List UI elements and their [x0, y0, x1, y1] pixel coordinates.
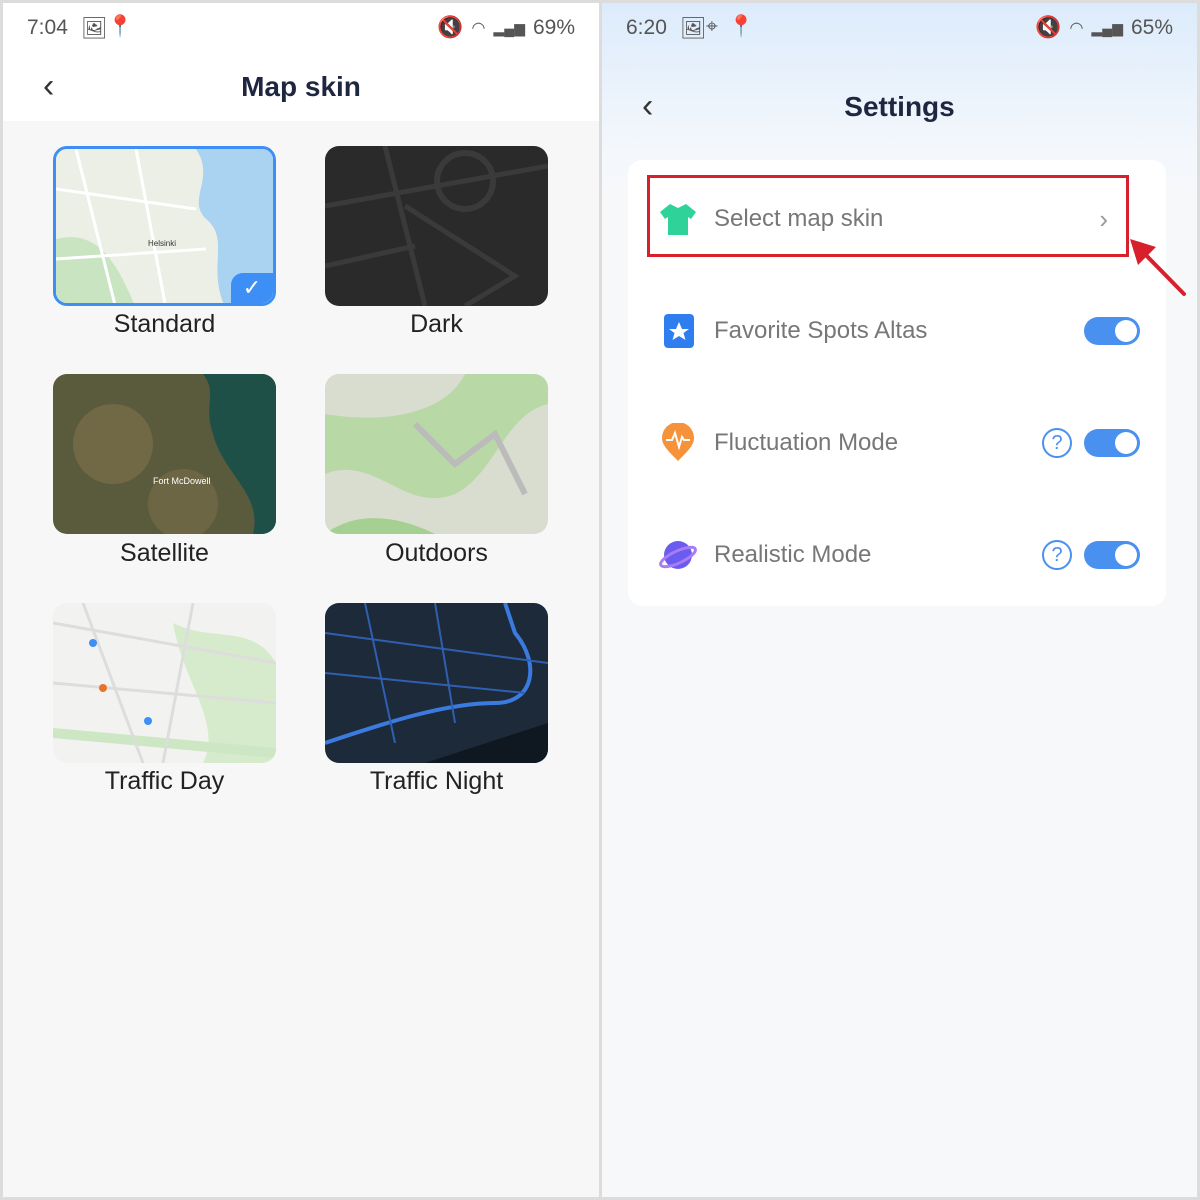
signal-icon: ▂▄▆	[1091, 19, 1123, 36]
skin-satellite[interactable]: Fort McDowell	[53, 374, 276, 534]
status-bar: 6:20 🖼 ⌖ 📍 🔇 ◠ ▂▄▆ 65%	[602, 3, 1197, 53]
battery-level: 69%	[532, 16, 575, 39]
planet-icon	[659, 541, 697, 569]
skin-dark[interactable]	[325, 146, 548, 306]
header: ‹ Map skin	[3, 53, 599, 121]
status-time: 7:04	[27, 16, 68, 39]
skin-label: Traffic Day	[104, 767, 225, 795]
traffic-night-map-preview	[325, 603, 548, 763]
signal-icon: ▂▄▆	[493, 19, 525, 36]
help-icon[interactable]: ?	[1042, 428, 1072, 458]
skin-standard[interactable]: Helsinki ✓	[53, 146, 276, 306]
wifi-icon: ◠	[1069, 20, 1084, 37]
location-icon: ⌖	[706, 15, 718, 38]
page-title: Map skin	[241, 71, 361, 102]
setting-label: Favorite Spots Altas	[714, 317, 928, 344]
wifi-icon: ◠	[471, 20, 486, 37]
setting-label: Realistic Mode	[714, 541, 872, 568]
satellite-map-preview: Fort McDowell	[53, 374, 276, 534]
skin-traffic-day[interactable]	[53, 603, 276, 763]
fluctuation-mode-toggle[interactable]	[1084, 429, 1140, 457]
skin-traffic-night[interactable]	[325, 603, 548, 763]
app-location-icon: 📍	[728, 15, 755, 38]
status-bar: 7:04 🖼 📍 🔇 ◠ ▂▄▆ 69%	[3, 3, 599, 53]
mute-icon: 🔇	[1035, 16, 1062, 39]
realistic-mode-row: Realistic Mode ?	[628, 515, 1166, 595]
map-label: Helsinki	[148, 239, 176, 248]
dark-map-preview	[325, 146, 548, 306]
atlas-star-icon	[664, 314, 694, 348]
map-label: Fort McDowell	[153, 476, 211, 486]
battery-level: 65%	[1130, 16, 1173, 39]
gallery-icon: 🖼	[680, 17, 707, 40]
skin-label: Outdoors	[385, 539, 488, 567]
skin-label: Satellite	[120, 539, 209, 567]
skin-label: Dark	[410, 310, 463, 338]
skin-outdoors[interactable]	[325, 374, 548, 534]
setting-label: Fluctuation Mode	[714, 429, 899, 456]
status-time: 6:20	[626, 16, 667, 39]
traffic-day-map-preview	[53, 603, 276, 763]
gallery-icon: 🖼	[81, 17, 108, 40]
map-skin-screen: 7:04 🖼 📍 🔇 ◠ ▂▄▆ 69% ‹ Map skin Helsinki…	[3, 3, 599, 1197]
highlight-box	[647, 175, 1129, 257]
favorite-spots-row: Favorite Spots Altas	[628, 291, 1166, 371]
mute-icon: 🔇	[437, 16, 464, 39]
red-arrow-annotation	[1130, 239, 1186, 296]
outdoors-map-preview	[325, 374, 548, 534]
page-title: Settings	[844, 91, 955, 122]
fluctuation-mode-row: Fluctuation Mode ?	[628, 403, 1166, 483]
favorite-spots-toggle[interactable]	[1084, 317, 1140, 345]
skin-label: Traffic Night	[369, 767, 504, 795]
help-icon[interactable]: ?	[1042, 540, 1072, 570]
settings-screen: 6:20 🖼 ⌖ 📍 🔇 ◠ ▂▄▆ 65% ‹ Settings Select…	[602, 3, 1197, 1197]
pulse-pin-icon	[662, 423, 694, 461]
selected-check-icon: ✓	[231, 273, 273, 303]
app-location-icon: 📍	[107, 15, 134, 38]
header: ‹ Settings	[602, 73, 1197, 141]
skin-label: Standard	[113, 310, 216, 338]
realistic-mode-toggle[interactable]	[1084, 541, 1140, 569]
